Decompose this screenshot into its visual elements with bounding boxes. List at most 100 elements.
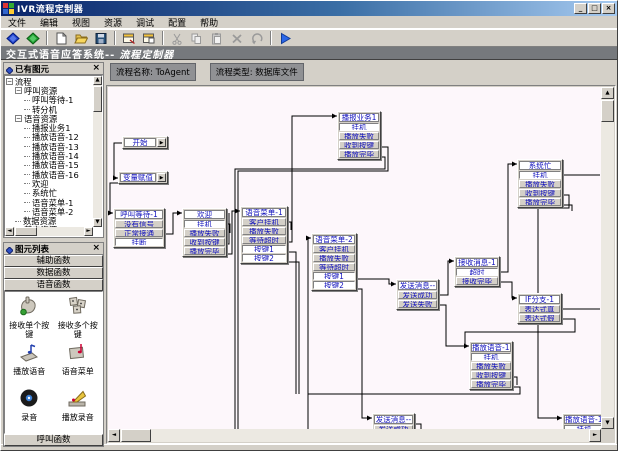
node-exit-超时[interactable]: 超时 (456, 268, 498, 276)
palette-footer-call-functions[interactable]: 呼叫函数 (4, 434, 103, 446)
undo-icon[interactable] (247, 30, 267, 46)
paste-icon[interactable] (207, 30, 227, 46)
flow-node-sendmsg1[interactable]: 发送消息--发送成功发送失败 (396, 279, 439, 310)
node-exit-播放失败[interactable]: 播放失败 (339, 132, 379, 140)
node-exit-挂断[interactable]: 挂断 (115, 238, 163, 246)
flow-node-sysbusy[interactable]: 系统忙挂机播放失败收到按键播放完毕 (517, 159, 563, 208)
node-exit-表达式真[interactable]: 表达式真 (519, 305, 560, 313)
menu-item-编辑[interactable]: 编辑 (33, 16, 65, 29)
node-exit-收到按键[interactable]: 收到按键 (184, 238, 225, 246)
node-title[interactable]: 语音菜单-2 (313, 235, 355, 244)
canvas-hscroll-thumb[interactable] (121, 429, 151, 442)
palette-panel-close-icon[interactable]: × (91, 244, 101, 253)
palette-category-辅助函数[interactable]: 辅助函数 (4, 255, 103, 267)
node-exit-播放完毕[interactable]: 播放完毕 (339, 150, 379, 158)
flow-node-ifbranch[interactable]: IF分支-1表达式真表达式假 (517, 293, 562, 324)
canvas-scroll-up-icon[interactable]: ▲ (601, 87, 614, 99)
node-exit-播放失败[interactable]: 播放失败 (519, 180, 561, 188)
flow-node-start[interactable]: 开始▶ (122, 136, 168, 149)
new-file-icon[interactable] (51, 30, 71, 46)
flow-node-recvmsg[interactable]: 接收消息-1超时接收完毕 (454, 256, 500, 287)
node-exit-播放失败[interactable]: 播放失败 (313, 254, 355, 262)
tree-scroll-right-icon[interactable]: ► (84, 227, 93, 236)
node-exit-正常接通[interactable]: 正常接通 (115, 229, 163, 237)
node-title[interactable]: 系统忙 (519, 161, 561, 170)
tree-scroll-left-icon[interactable]: ◄ (5, 227, 14, 236)
node-title[interactable]: 开始 (124, 138, 156, 147)
menu-item-帮助[interactable]: 帮助 (193, 16, 225, 29)
canvas-vscroll-thumb[interactable] (601, 100, 614, 122)
palette-item-播放语音[interactable]: 播放语音 (5, 341, 54, 387)
node-exit-发送成功[interactable]: 发送成功 (398, 291, 437, 299)
palette-item-录音[interactable]: 录音 (5, 387, 54, 433)
elements-panel-close-icon[interactable]: × (91, 64, 101, 73)
delete-icon[interactable] (227, 30, 247, 46)
node-title[interactable]: 发送消息-- (374, 415, 413, 424)
node-exit-挂机[interactable]: 挂机 (471, 353, 511, 361)
node-title[interactable]: 变量赋值 (120, 173, 156, 182)
cut-icon[interactable] (167, 30, 187, 46)
node-run-icon[interactable]: ▶ (157, 173, 166, 182)
flow-node-playvoice1[interactable]: 播放语音-1.挂机播放失败收到按键播放完毕 (469, 341, 513, 390)
node-exit-等待超时[interactable]: 等待超时 (313, 263, 355, 271)
node-exit-挂机[interactable]: 挂机 (184, 220, 225, 228)
save-icon[interactable] (91, 30, 111, 46)
node-exit-客户挂机[interactable]: 客户挂机 (242, 218, 286, 226)
palette-category-数据函数[interactable]: 数据函数 (4, 267, 103, 279)
node-title[interactable]: IF分支-1 (519, 295, 560, 304)
node-exit-收到按键[interactable]: 收到按键 (519, 189, 561, 197)
flow-node-bcast[interactable]: 播报业务1挂机播放失败收到按键播放完毕 (337, 111, 381, 160)
node-exit-收到按键[interactable]: 收到按键 (471, 371, 511, 379)
tree-expander-icon[interactable]: − (15, 115, 22, 122)
node-title[interactable]: 发送消息-- (398, 281, 437, 290)
node-exit-播放失败[interactable]: 播放失败 (471, 362, 511, 370)
node-exit-按键2[interactable]: 按键2 (313, 281, 355, 289)
node-exit-挂机[interactable]: 挂机 (519, 171, 561, 179)
node-title[interactable]: 语音菜单-1 (242, 208, 286, 217)
tree-scroll-up-icon[interactable]: ▲ (93, 76, 102, 85)
tree-hscroll-thumb[interactable] (15, 227, 37, 236)
node-exit-挂机[interactable]: 挂机 (339, 123, 379, 131)
run-icon[interactable] (275, 30, 295, 46)
node-exit-播放失败[interactable]: 播放失败 (184, 229, 225, 237)
node-title[interactable]: 播放语音-1. (564, 415, 604, 424)
export-flow-icon[interactable] (139, 30, 159, 46)
tree-vscroll-thumb[interactable] (93, 86, 102, 112)
flow-node-welcome[interactable]: 欢迎挂机播放失败收到按键播放完毕 (182, 208, 227, 257)
menu-item-配置[interactable]: 配置 (161, 16, 193, 29)
minimize-button[interactable]: _ (574, 3, 587, 14)
node-exit-按键2[interactable]: 按键2 (242, 254, 286, 262)
close-button[interactable]: × (602, 3, 615, 14)
tree-expander-icon[interactable]: − (15, 87, 22, 94)
nav-back-icon[interactable] (3, 30, 23, 46)
flow-node-assign[interactable]: 变量赋值▶ (118, 171, 168, 184)
copy-icon[interactable] (187, 30, 207, 46)
node-exit-接收完毕[interactable]: 接收完毕 (456, 277, 498, 285)
node-exit-没有信号[interactable]: 没有信号 (115, 220, 163, 228)
import-flow-icon[interactable] (119, 30, 139, 46)
canvas-scroll-right-icon[interactable]: ► (589, 429, 601, 442)
open-file-icon[interactable] (71, 30, 91, 46)
node-exit-播放完毕[interactable]: 播放完毕 (519, 198, 561, 206)
tree-item-播放语音-16[interactable]: 播放语音-16 (6, 170, 92, 179)
canvas-hscrollbar[interactable]: ◄ ► (108, 429, 601, 442)
node-exit-客户挂机[interactable]: 客户挂机 (313, 245, 355, 253)
flow-node-menu2[interactable]: 语音菜单-2客户挂机播放失败等待超时按键1按键2 (311, 233, 357, 291)
node-run-icon[interactable]: ▶ (157, 138, 166, 147)
node-exit-收到按键[interactable]: 收到按键 (339, 141, 379, 149)
tree-scroll-down-icon[interactable]: ▼ (93, 218, 102, 227)
canvas-scroll-down-icon[interactable]: ▼ (601, 417, 614, 429)
node-exit-按键1[interactable]: 按键1 (313, 272, 355, 280)
canvas-scroll-left-icon[interactable]: ◄ (108, 429, 120, 442)
node-title[interactable]: 欢迎 (184, 210, 225, 219)
node-title[interactable]: 播报业务1 (339, 113, 379, 122)
node-exit-等待超时[interactable]: 等待超时 (242, 236, 286, 244)
palette-category-语音函数[interactable]: 语音函数 (4, 279, 103, 291)
palette-item-语音菜单[interactable]: 语音菜单 (54, 341, 103, 387)
node-exit-播放完毕[interactable]: 播放完毕 (471, 380, 511, 388)
menu-item-调试[interactable]: 调试 (129, 16, 161, 29)
flow-node-callwait[interactable]: 呼叫等待-1没有信号正常接通挂断 (113, 208, 165, 248)
node-exit-表达式假[interactable]: 表达式假 (519, 314, 560, 322)
node-title[interactable]: 呼叫等待-1 (115, 210, 163, 219)
menu-item-文件[interactable]: 文件 (1, 16, 33, 29)
